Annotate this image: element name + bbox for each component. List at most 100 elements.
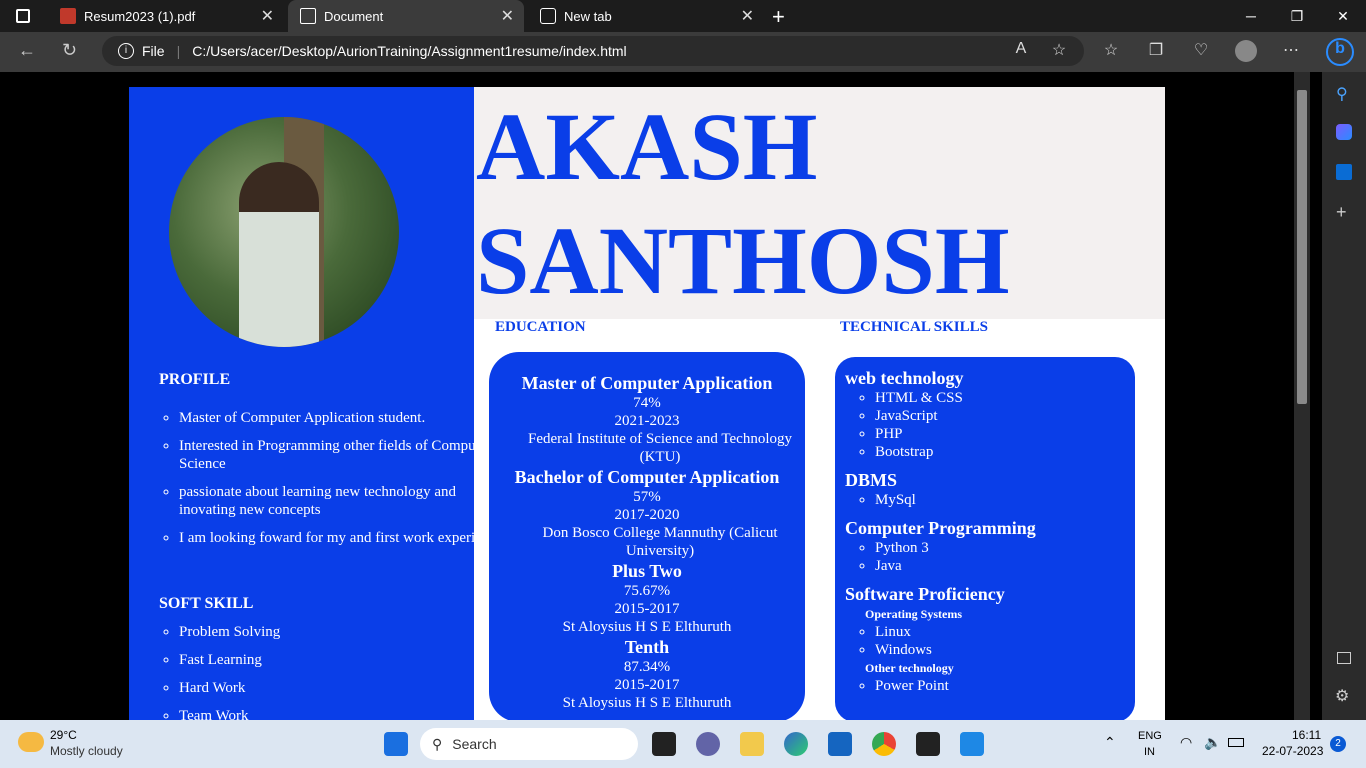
edu-school: St Aloysius H S E Elthuruth xyxy=(562,619,732,635)
battery-icon[interactable] xyxy=(1228,738,1244,747)
wifi-icon[interactable]: ◠ xyxy=(1180,734,1192,751)
file-label: File xyxy=(142,43,165,59)
volume-icon[interactable]: 🔈 xyxy=(1204,734,1221,751)
list-item: Fast Learning xyxy=(179,651,509,669)
divider: | xyxy=(176,43,181,59)
close-window-button[interactable]: ✕ xyxy=(1320,0,1366,32)
add-icon[interactable]: + xyxy=(1336,202,1347,223)
terminal-icon[interactable] xyxy=(916,732,940,756)
list-item: Windows xyxy=(875,641,1125,659)
notification-badge[interactable]: 2 xyxy=(1330,736,1346,752)
tab-new-label: New tab xyxy=(564,8,612,24)
tab-actions-icon[interactable] xyxy=(16,9,30,23)
teams-icon[interactable] xyxy=(696,732,720,756)
tab-document[interactable]: Document ✕ xyxy=(288,0,524,32)
task-view-icon[interactable] xyxy=(652,732,676,756)
store-icon[interactable] xyxy=(828,732,852,756)
new-tab-button[interactable]: + xyxy=(772,4,785,30)
outlook-icon[interactable] xyxy=(1336,164,1352,180)
search-icon[interactable]: ⚲ xyxy=(1336,84,1348,104)
scrollbar-thumb[interactable] xyxy=(1297,90,1307,404)
scrollbar[interactable] xyxy=(1294,72,1310,720)
sidebar-panel-icon[interactable] xyxy=(1337,652,1351,664)
person-figure xyxy=(239,162,319,347)
last-name: SANTHOSH xyxy=(476,207,1010,314)
edu-score: 74% xyxy=(633,395,661,411)
clock-date[interactable]: 22-07-2023 xyxy=(1262,744,1323,758)
edu-school: St Aloysius H S E Elthuruth xyxy=(562,695,732,711)
pdf-icon xyxy=(60,8,76,24)
minimize-button[interactable]: ─ xyxy=(1228,0,1274,32)
other-tech-title: Other technology xyxy=(865,661,954,675)
back-button[interactable]: ← xyxy=(18,40,36,61)
vscode-icon[interactable] xyxy=(960,732,984,756)
list-item: Interested in Programming other fields o… xyxy=(179,437,509,473)
list-item: Java xyxy=(875,557,1125,575)
list-item: Python 3 xyxy=(875,539,1125,557)
chevron-up-icon[interactable]: ⌃ xyxy=(1104,734,1116,751)
lang-in[interactable]: IN xyxy=(1144,746,1155,758)
browser-titlebar: Resum2023 (1).pdf ✕ Document ✕ New tab ✕… xyxy=(0,0,1366,32)
windows-start-icon[interactable] xyxy=(384,732,408,756)
weather-temp[interactable]: 29°C xyxy=(50,728,77,742)
refresh-button[interactable]: ↻ xyxy=(62,40,77,61)
edu-school: Don Bosco College Mannuthy (Calicut Univ… xyxy=(542,525,778,559)
programming-title: Computer Programming xyxy=(845,518,1036,538)
profile-title: PROFILE xyxy=(159,371,231,388)
resume-sidebar: PROFILE Master of Computer Application s… xyxy=(129,87,506,720)
search-box[interactable]: ⚲ Search xyxy=(420,728,638,760)
address-bar[interactable]: i File | C:/Users/acer/Desktop/AurionTra… xyxy=(102,36,1084,66)
list-item: Problem Solving xyxy=(179,623,509,641)
chrome-icon[interactable] xyxy=(872,732,896,756)
bing-icon[interactable]: b xyxy=(1326,38,1354,66)
read-aloud-icon[interactable]: A xyxy=(1010,40,1032,62)
programming-list: Python 3 Java xyxy=(875,539,1125,575)
profile-avatar[interactable] xyxy=(1235,40,1257,62)
file-explorer-icon[interactable] xyxy=(740,732,764,756)
copilot-icon[interactable] xyxy=(1336,124,1352,140)
edu-years: 2015-2017 xyxy=(614,677,680,693)
settings-icon[interactable]: ⚙ xyxy=(1335,686,1349,706)
tab-new[interactable]: New tab ✕ xyxy=(528,0,764,32)
search-icon: ⚲ xyxy=(432,735,443,752)
edu-degree: Tenth xyxy=(624,637,670,657)
edge-icon[interactable] xyxy=(784,732,808,756)
url-text[interactable]: C:/Users/acer/Desktop/AurionTraining/Ass… xyxy=(192,43,626,59)
edu-school: Federal Institute of Science and Technol… xyxy=(527,431,792,465)
restore-button[interactable]: ❐ xyxy=(1274,0,1320,32)
list-item: MySql xyxy=(875,491,1125,509)
clock-time[interactable]: 16:11 xyxy=(1292,728,1321,742)
weather-desc[interactable]: Mostly cloudy xyxy=(50,744,123,758)
collections-icon[interactable]: ❐ xyxy=(1145,40,1167,62)
info-icon[interactable]: i xyxy=(118,43,134,59)
edu-years: 2017-2020 xyxy=(614,507,680,523)
more-icon[interactable]: ⋯ xyxy=(1280,40,1302,62)
list-item: Team Work xyxy=(179,707,509,720)
tech-skills-title: TECHNICAL SKILLS xyxy=(840,319,988,335)
favorites-icon[interactable]: ☆ xyxy=(1100,40,1122,62)
close-icon[interactable]: ✕ xyxy=(261,6,274,26)
performance-icon[interactable]: ♡ xyxy=(1190,40,1212,62)
list-item: I am looking foward for my and first wor… xyxy=(179,529,509,547)
name-header: AKASH SANTHOSH xyxy=(474,87,1165,319)
edu-degree: Plus Two xyxy=(612,561,682,581)
resume-page: PROFILE Master of Computer Application s… xyxy=(129,87,1165,720)
weather-icon[interactable] xyxy=(18,732,44,752)
tab-pdf-label: Resum2023 (1).pdf xyxy=(84,8,196,24)
os-title: Operating Systems xyxy=(865,607,962,621)
document-icon xyxy=(300,8,316,24)
dbms-title: DBMS xyxy=(845,470,898,490)
edu-score: 57% xyxy=(633,489,661,505)
close-icon[interactable]: ✕ xyxy=(741,6,754,26)
tech-skills-card: web technology HTML & CSS JavaScript PHP… xyxy=(835,357,1135,720)
web-tech-list: HTML & CSS JavaScript PHP Bootstrap xyxy=(875,389,1125,461)
favorite-star-icon[interactable]: ☆ xyxy=(1048,40,1070,62)
close-icon[interactable]: ✕ xyxy=(501,6,514,26)
edge-sidebar: ⚲ + ⚙ xyxy=(1322,72,1366,720)
lang-eng[interactable]: ENG xyxy=(1138,730,1162,742)
taskbar: 29°C Mostly cloudy ⚲ Search ⌃ ENG IN ◠ 🔈… xyxy=(0,720,1366,768)
web-tech-title: web technology xyxy=(845,368,964,388)
software-title: Software Proficiency xyxy=(845,584,1005,604)
tab-pdf[interactable]: Resum2023 (1).pdf ✕ xyxy=(48,0,284,32)
list-item: Master of Computer Application student. xyxy=(179,409,509,427)
